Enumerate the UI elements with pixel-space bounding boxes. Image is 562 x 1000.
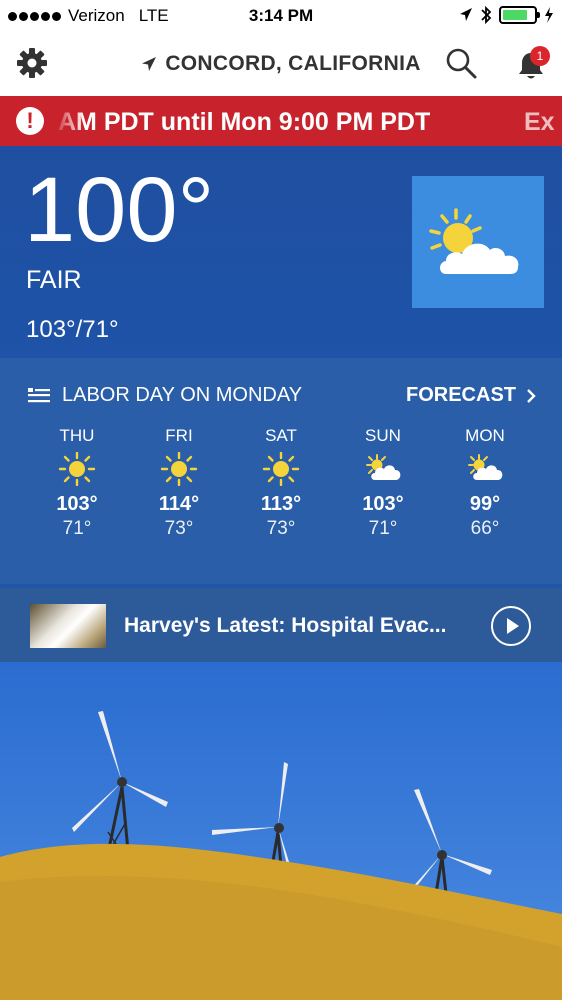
day-name: FRI <box>165 426 193 445</box>
bluetooth-icon <box>481 5 492 25</box>
video-thumbnail <box>30 604 106 648</box>
forecast-day[interactable]: THU 103° 71° <box>27 426 127 540</box>
day-high: 114° <box>158 493 200 515</box>
status-bar: Verizon LTE 3:14 PM <box>0 0 562 32</box>
search-icon <box>446 48 477 79</box>
charging-bolt-icon <box>545 7 553 23</box>
sun-icon <box>160 451 198 487</box>
day-name: THU <box>59 426 95 445</box>
day-low: 73° <box>164 518 194 539</box>
exclamation-icon: ! <box>16 107 44 135</box>
holiday-text: LABOR DAY ON MONDAY <box>62 384 303 406</box>
day-high: 103° <box>56 493 98 515</box>
app-header: CONCORD, CALIFORNIA 1 <box>0 32 562 96</box>
alert-next-text: Ex <box>524 108 555 136</box>
notifications-button[interactable]: 1 <box>516 46 550 80</box>
condition-icon-tile <box>412 176 544 308</box>
forecast-day[interactable]: MON 99° 66° <box>435 426 535 540</box>
play-icon <box>507 618 519 634</box>
forecast-link[interactable]: FORECAST <box>406 384 536 407</box>
day-name: SAT <box>265 426 297 445</box>
forecast-day[interactable]: FRI 114° 73° <box>129 426 229 540</box>
battery-icon <box>499 6 540 24</box>
condition-phrase: FAIR <box>26 266 82 294</box>
hi-lo-temperature: 103°/71° <box>26 316 119 343</box>
day-high: 113° <box>260 493 302 515</box>
wind-turbines-image <box>0 711 562 1000</box>
notification-badge: 1 <box>530 46 550 66</box>
alert-banner[interactable]: AM PDT until Mon 9:00 PM PDT ! Ex <box>0 96 562 146</box>
day-high: 99° <box>469 493 501 515</box>
battery-fill <box>503 10 527 20</box>
forecast-panel: LABOR DAY ON MONDAY FORECAST THU 103° 71… <box>0 358 562 584</box>
location-services-icon <box>460 8 472 21</box>
forecast-day[interactable]: SAT 113° 73° <box>231 426 331 540</box>
holiday-notice: LABOR DAY ON MONDAY <box>28 384 302 407</box>
current-temperature: 100° <box>24 159 215 261</box>
calendar-list-icon <box>28 387 50 402</box>
forecast-day[interactable]: SUN 103° 71° <box>333 426 433 540</box>
partly-sunny-icon <box>429 208 519 274</box>
sun-icon <box>262 451 300 487</box>
chevron-right-icon <box>527 388 536 403</box>
day-low: 66° <box>470 518 500 539</box>
play-button[interactable] <box>491 606 531 646</box>
day-low: 71° <box>368 518 398 539</box>
alert-text: AM PDT until Mon 9:00 PM PDT <box>58 108 431 136</box>
background-photo <box>0 662 562 1000</box>
day-high: 103° <box>362 493 404 515</box>
forecast-header: LABOR DAY ON MONDAY FORECAST <box>0 384 562 408</box>
current-conditions[interactable]: 100° FAIR 103°/71° <box>0 146 562 358</box>
status-right <box>459 5 554 25</box>
partly-cloudy-icon <box>366 454 401 480</box>
location-arrow-icon <box>142 57 157 72</box>
day-name: MON <box>465 426 505 445</box>
partly-cloudy-icon <box>468 454 503 480</box>
video-row[interactable]: Harvey's Latest: Hospital Evac... <box>0 588 562 662</box>
sun-icon <box>58 451 96 487</box>
forecast-link-label: FORECAST <box>406 384 516 406</box>
day-name: SUN <box>365 426 401 445</box>
video-title: Harvey's Latest: Hospital Evac... <box>124 614 447 637</box>
alert-fade <box>54 96 84 146</box>
day-low: 71° <box>62 518 92 539</box>
search-button[interactable] <box>444 46 478 80</box>
day-low: 73° <box>266 518 296 539</box>
location-name: CONCORD, CALIFORNIA <box>165 52 421 75</box>
